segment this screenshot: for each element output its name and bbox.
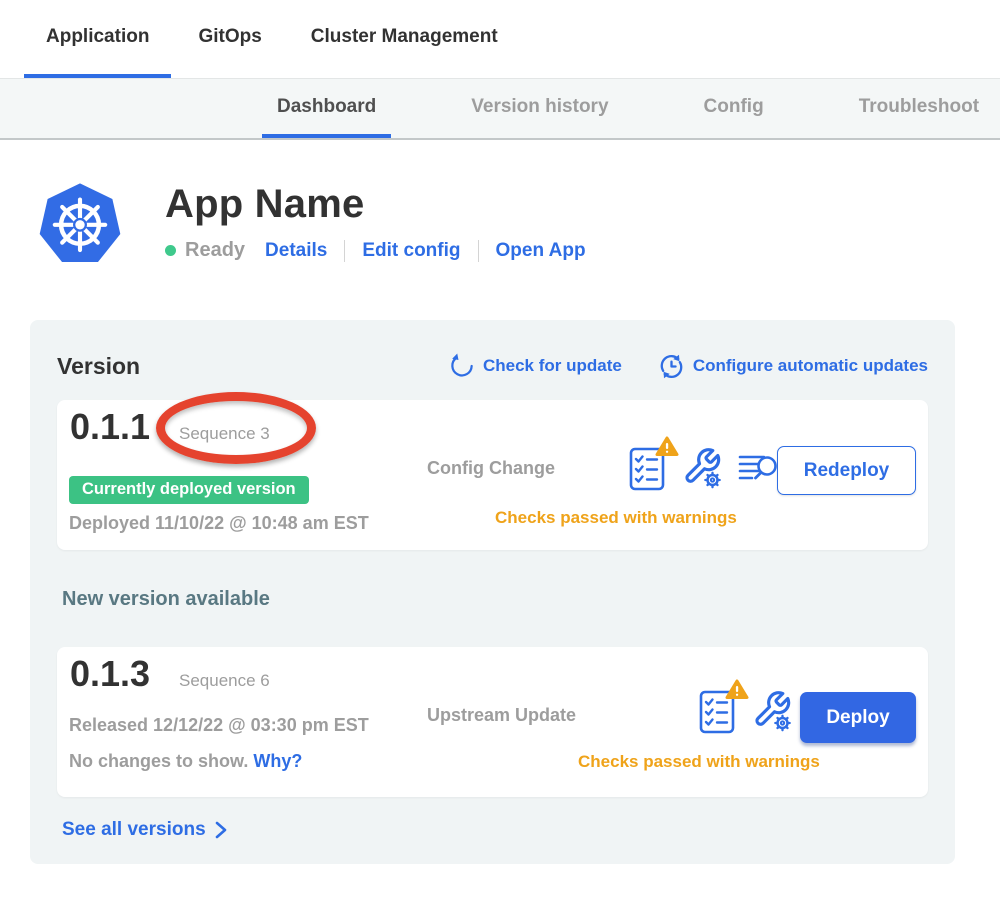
new-version-icons	[697, 687, 792, 735]
new-version-card: 0.1.3 Sequence 6 Released 12/12/22 @ 03:…	[57, 647, 928, 797]
config-wrench-icon[interactable]	[682, 446, 722, 490]
auto-update-clock-icon	[658, 353, 685, 380]
warning-triangle-icon	[655, 436, 679, 457]
status-ready-dot-icon	[165, 245, 176, 256]
released-timestamp: Released 12/12/22 @ 03:30 pm EST	[69, 715, 369, 736]
check-for-update-link[interactable]: Check for update	[449, 353, 622, 379]
new-version-sequence: Sequence 6	[179, 671, 270, 691]
warning-triangle-icon	[725, 679, 749, 700]
app-name-title: App Name	[165, 181, 586, 227]
status-label: Ready	[185, 239, 245, 262]
release-type-label: Config Change	[427, 458, 555, 479]
refresh-icon	[449, 353, 475, 379]
checks-warning-text: Checks passed with warnings	[495, 508, 737, 528]
redeploy-button[interactable]: Redeploy	[777, 446, 916, 495]
current-version-number: 0.1.1	[70, 406, 150, 448]
no-changes-line: No changes to show. Why?	[69, 751, 302, 772]
config-wrench-icon[interactable]	[752, 689, 792, 733]
new-version-heading: New version available	[62, 588, 928, 611]
configure-automatic-updates-link[interactable]: Configure automatic updates	[658, 353, 928, 380]
tab-application[interactable]: Application	[24, 0, 171, 78]
current-version-icons	[627, 444, 779, 492]
preflight-checklist-icon[interactable]	[697, 687, 737, 735]
currently-deployed-badge: Currently deployed version	[69, 476, 309, 504]
file-search-icon[interactable]	[737, 449, 779, 487]
app-sub-navigation: Dashboard Version history Config Trouble…	[0, 78, 1000, 140]
no-changes-text: No changes to show.	[69, 751, 248, 771]
see-all-versions-link[interactable]: See all versions	[62, 819, 928, 841]
why-link[interactable]: Why?	[253, 751, 302, 771]
app-header-text: App Name Ready Details Edit config Open …	[165, 178, 586, 268]
tab-troubleshoot[interactable]: Troubleshoot	[844, 79, 994, 138]
version-panel-header: Version Check for update Configure autom…	[57, 350, 928, 382]
top-navigation: Application GitOps Cluster Management	[0, 0, 1000, 78]
see-all-versions-label: See all versions	[62, 819, 206, 841]
new-version-number: 0.1.3	[70, 653, 150, 695]
version-panel-title: Version	[57, 353, 140, 380]
deployed-timestamp: Deployed 11/10/22 @ 10:48 am EST	[69, 513, 369, 534]
checks-warning-text: Checks passed with warnings	[578, 752, 820, 772]
version-panel: Version Check for update Configure autom…	[30, 320, 955, 864]
chevron-right-icon	[214, 820, 228, 840]
tab-config[interactable]: Config	[689, 79, 779, 138]
current-version-card: 0.1.1 Sequence 3 Currently deployed vers…	[57, 400, 928, 550]
details-link[interactable]: Details	[265, 240, 327, 262]
app-status-row: Ready Details Edit config Open App	[165, 239, 586, 262]
check-for-update-label: Check for update	[483, 356, 622, 376]
tab-version-history[interactable]: Version history	[456, 79, 623, 138]
deploy-button[interactable]: Deploy	[800, 692, 916, 743]
tab-cluster-management[interactable]: Cluster Management	[289, 0, 520, 78]
divider	[478, 240, 479, 262]
edit-config-link[interactable]: Edit config	[362, 240, 460, 262]
tab-dashboard[interactable]: Dashboard	[262, 79, 391, 138]
kubernetes-logo-icon	[35, 178, 125, 268]
divider	[344, 240, 345, 262]
open-app-link[interactable]: Open App	[496, 240, 586, 262]
release-type-label: Upstream Update	[427, 705, 576, 726]
configure-automatic-updates-label: Configure automatic updates	[693, 356, 928, 376]
current-version-sequence: Sequence 3	[179, 424, 270, 444]
app-header: App Name Ready Details Edit config Open …	[35, 178, 1000, 268]
preflight-checklist-icon[interactable]	[627, 444, 667, 492]
tab-gitops[interactable]: GitOps	[176, 0, 283, 78]
version-panel-actions: Check for update Configure automatic upd…	[449, 353, 928, 380]
